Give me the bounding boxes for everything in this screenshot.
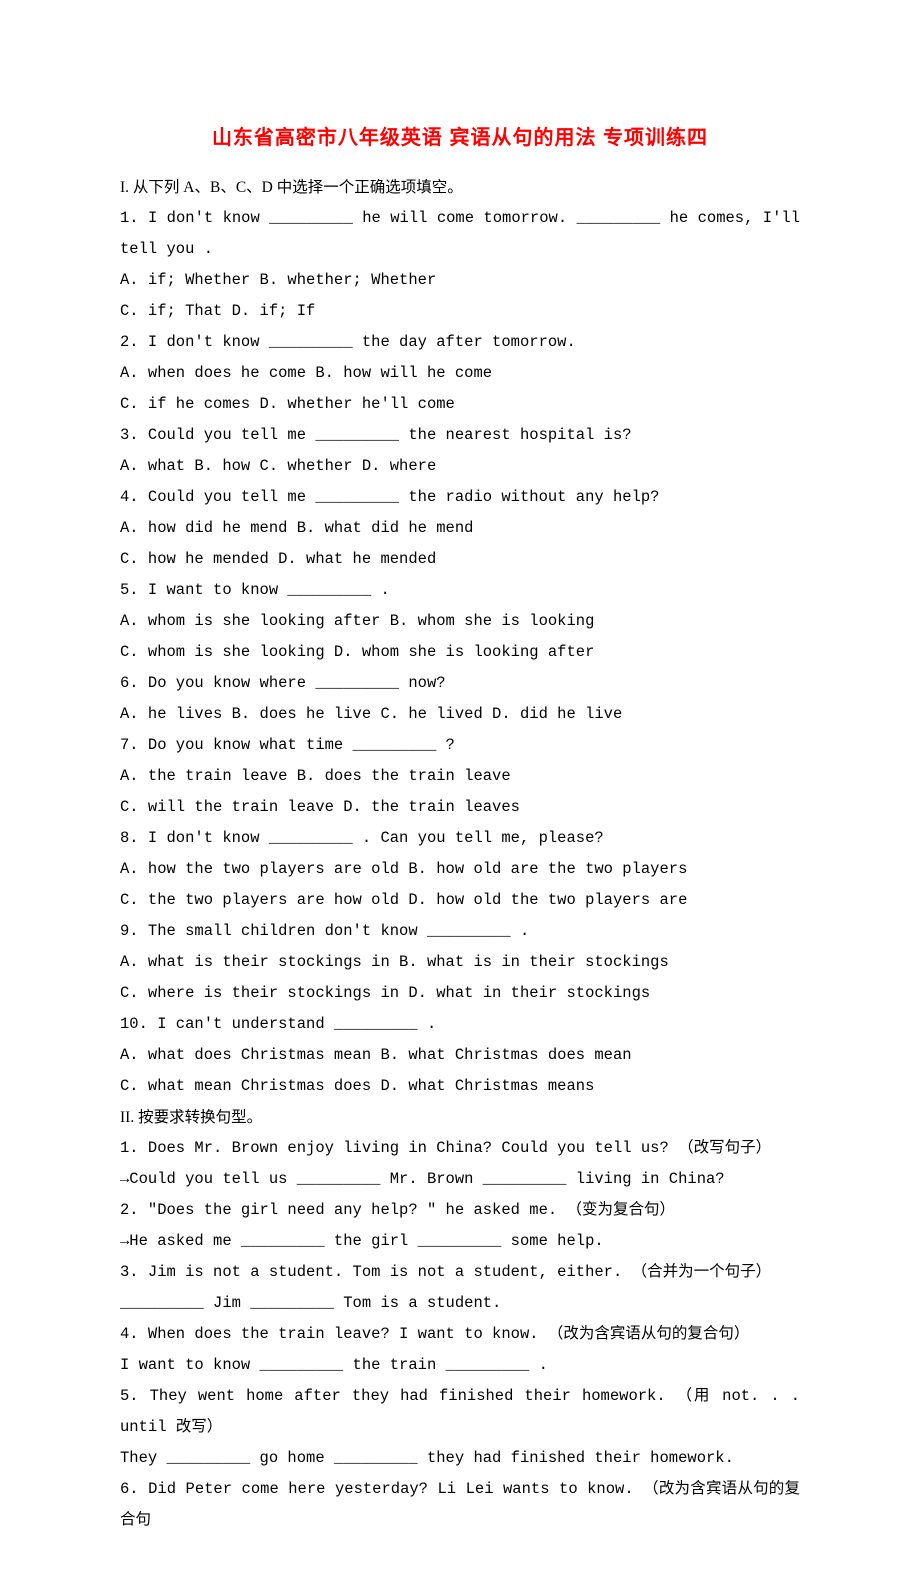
question-1-options-b: C. if; That D. if; If [120,296,800,327]
question-2-options-a: A. when does he come B. how will he come [120,358,800,389]
question-5-options-a: A. whom is she looking after B. whom she… [120,606,800,637]
question-6: 6. Do you know where _________ now? [120,668,800,699]
question-5: 5. I want to know _________ . [120,575,800,606]
section2-heading: II. 按要求转换句型。 [120,1102,800,1133]
transform-q1-answer: →Could you tell us _________ Mr. Brown _… [120,1164,800,1195]
question-7-options-a: A. the train leave B. does the train lea… [120,761,800,792]
question-5-options-b: C. whom is she looking D. whom she is lo… [120,637,800,668]
transform-q1: 1. Does Mr. Brown enjoy living in China?… [120,1133,800,1164]
page-container: 山东省高密市八年级英语 宾语从句的用法 专项训练四 I. 从下列 A、B、C、D… [0,0,920,1596]
question-3: 3. Could you tell me _________ the neare… [120,420,800,451]
question-8: 8. I don't know _________ . Can you tell… [120,823,800,854]
question-3-options: A. what B. how C. whether D. where [120,451,800,482]
question-4-options-b: C. how he mended D. what he mended [120,544,800,575]
question-6-options: A. he lives B. does he live C. he lived … [120,699,800,730]
question-7-options-b: C. will the train leave D. the train lea… [120,792,800,823]
question-9-options-a: A. what is their stockings in B. what is… [120,947,800,978]
transform-q2: 2. "Does the girl need any help? " he as… [120,1195,800,1226]
question-8-options-a: A. how the two players are old B. how ol… [120,854,800,885]
transform-q3: 3. Jim is not a student. Tom is not a st… [120,1257,800,1288]
document-title: 山东省高密市八年级英语 宾语从句的用法 专项训练四 [120,118,800,158]
question-10: 10. I can't understand _________ . [120,1009,800,1040]
transform-q6: 6. Did Peter come here yesterday? Li Lei… [120,1474,800,1536]
question-9: 9. The small children don't know _______… [120,916,800,947]
transform-q3-answer: _________ Jim _________ Tom is a student… [120,1288,800,1319]
question-7: 7. Do you know what time _________ ? [120,730,800,761]
question-2-options-b: C. if he comes D. whether he'll come [120,389,800,420]
question-4: 4. Could you tell me _________ the radio… [120,482,800,513]
question-8-options-b: C. the two players are how old D. how ol… [120,885,800,916]
transform-q5-answer: They _________ go home _________ they ha… [120,1443,800,1474]
question-10-options-a: A. what does Christmas mean B. what Chri… [120,1040,800,1071]
transform-q4: 4. When does the train leave? I want to … [120,1319,800,1350]
transform-q4-answer: I want to know _________ the train _____… [120,1350,800,1381]
question-9-options-b: C. where is their stockings in D. what i… [120,978,800,1009]
transform-q5: 5. They went home after they had finishe… [120,1381,800,1443]
question-10-options-b: C. what mean Christmas does D. what Chri… [120,1071,800,1102]
question-2: 2. I don't know _________ the day after … [120,327,800,358]
question-1: 1. I don't know _________ he will come t… [120,203,800,265]
transform-q2-answer: →He asked me _________ the girl ________… [120,1226,800,1257]
question-1-options-a: A. if; Whether B. whether; Whether [120,265,800,296]
section1-heading: I. 从下列 A、B、C、D 中选择一个正确选项填空。 [120,172,800,203]
question-4-options-a: A. how did he mend B. what did he mend [120,513,800,544]
